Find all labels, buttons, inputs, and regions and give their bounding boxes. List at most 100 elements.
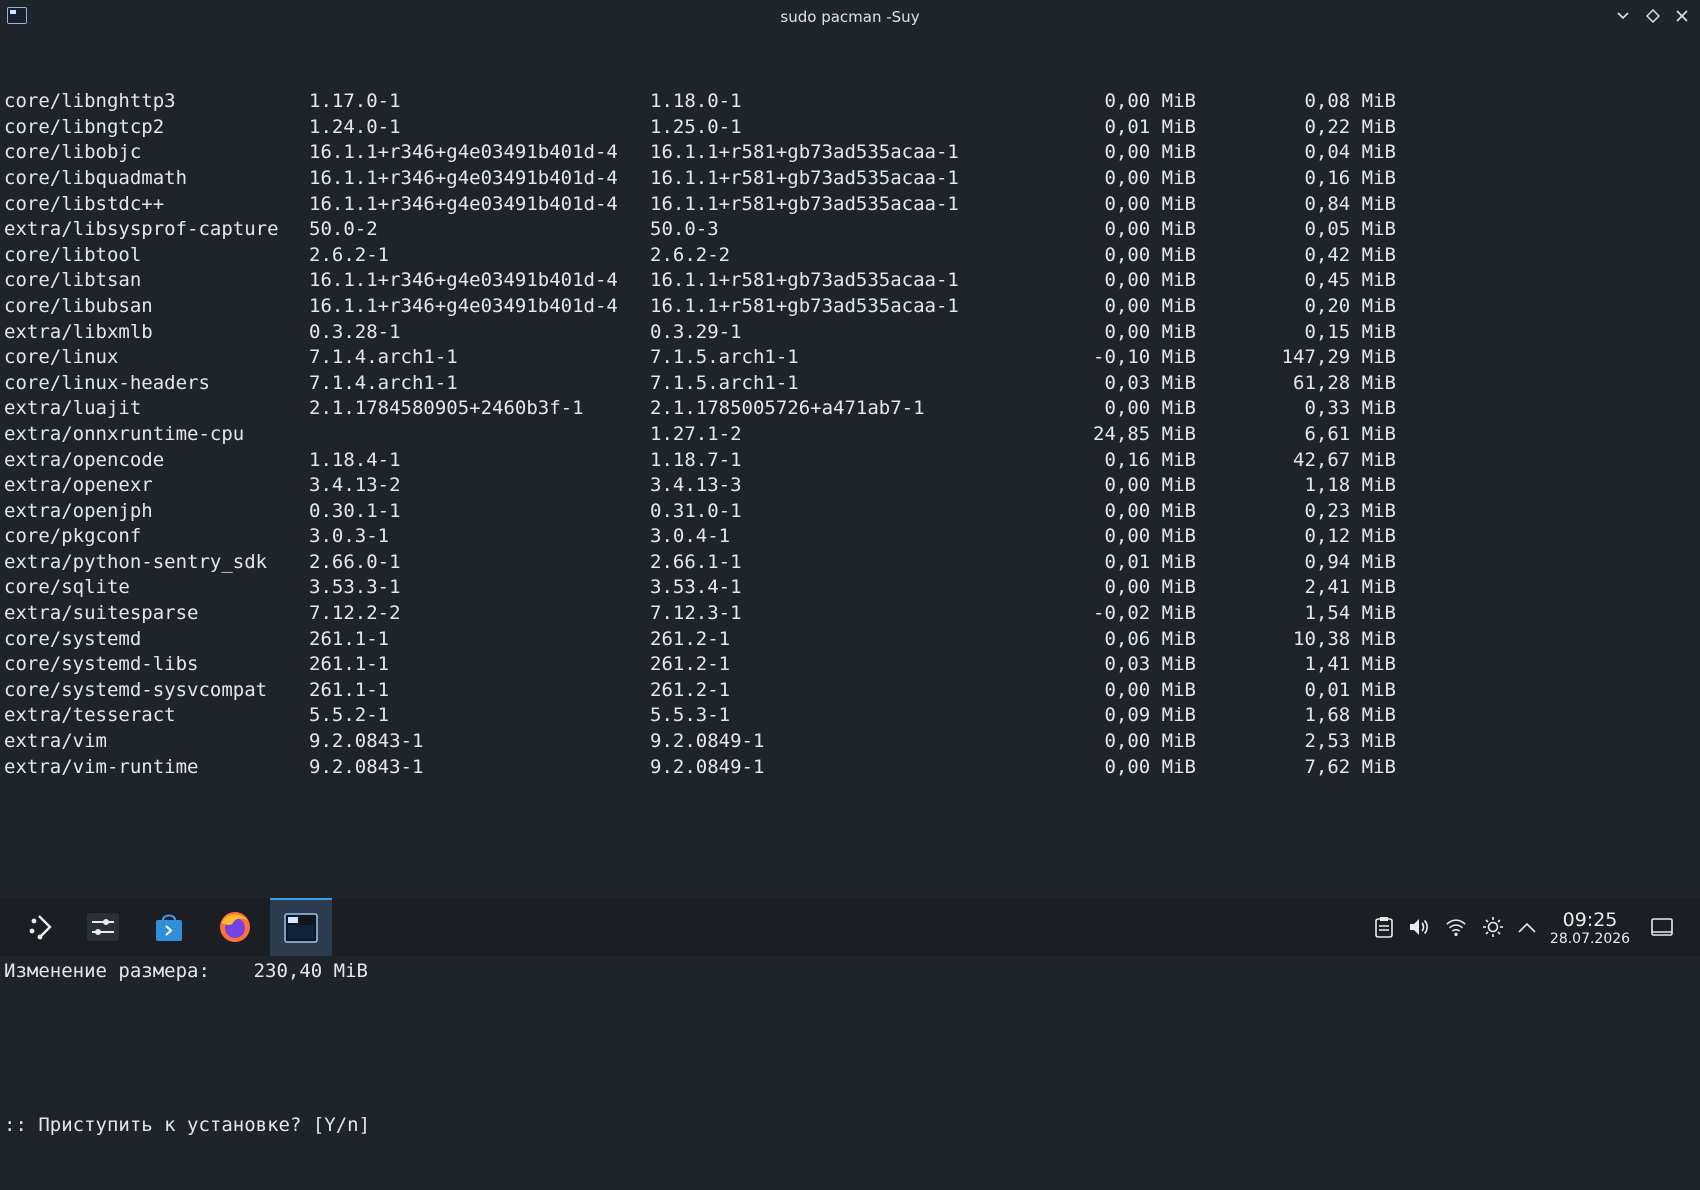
window-titlebar[interactable]: sudo pacman -Suy [0,0,1700,34]
firefox-icon [220,912,250,942]
package-old-version: 5.5.2-1 [309,704,390,727]
package-old-version: 9.2.0843-1 [309,755,424,778]
minimize-button[interactable] [1614,7,1632,25]
clipboard-icon[interactable] [1373,916,1395,938]
package-row: extra/suitesparse 7.12.2-2 7.12.3-1 -0,02 M… [4,601,1696,627]
package-net-change: 0,00 MiB [1104,166,1196,189]
package-download-size: 0,04 MiB [1304,141,1396,164]
package-new-version: 16.1.1+r581+gb73ad535acaa-1 [650,166,959,189]
terminal-window: sudo pacman -Suy core/libnghttp3 1.17.0-1… [0,0,1700,1136]
package-new-version: 9.2.0849-1 [650,755,765,778]
package-name: core/libubsan [4,294,153,317]
package-name: extra/vim [4,730,107,753]
package-download-size: 0,20 MiB [1304,294,1396,317]
package-download-size: 1,18 MiB [1304,474,1396,497]
package-net-change: -0,02 MiB [1093,602,1196,625]
brightness-icon[interactable] [1482,916,1504,938]
package-old-version: 2.6.2-1 [309,243,390,266]
application-launcher-button[interactable] [10,898,72,956]
package-download-size: 61,28 MiB [1293,371,1396,394]
terminal-icon [284,913,318,943]
package-row: extra/libsysprof-capture 50.0-2 50.0-3 0,00… [4,217,1696,243]
package-download-size: 0,84 MiB [1304,192,1396,215]
maximize-button[interactable] [1644,7,1662,25]
package-net-change: 0,00 MiB [1104,192,1196,215]
package-row: core/linux 7.1.4.arch1-1 7.1.5.arch1-1 -0,1… [4,345,1696,371]
package-row: extra/libxmlb 0.3.28-1 0.3.29-1 0,00 MiB 0,1… [4,320,1696,346]
package-net-change: 0,00 MiB [1104,730,1196,753]
wifi-icon[interactable] [1445,916,1467,938]
package-net-change: 0,00 MiB [1104,755,1196,778]
package-old-version: 16.1.1+r346+g4e03491b401d-4 [309,294,618,317]
package-name: core/systemd [4,627,142,650]
close-icon [1676,10,1688,22]
package-name: extra/tesseract [4,704,176,727]
chevron-down-icon [1617,12,1629,20]
package-old-version: 16.1.1+r346+g4e03491b401d-4 [309,166,618,189]
package-row: core/linux-headers 7.1.4.arch1-1 7.1.5.arc… [4,371,1696,397]
package-new-version: 5.5.3-1 [650,704,731,727]
package-download-size: 0,23 MiB [1304,499,1396,522]
package-row: core/libtsan 16.1.1+r346+g4e03491b401d-4 1… [4,268,1696,294]
package-net-change: 0,03 MiB [1104,653,1196,676]
package-name: extra/python-sentry_sdk [4,550,268,573]
package-row: extra/opencode 1.18.4-1 1.18.7-1 0,16 MiB 42… [4,448,1696,474]
package-download-size: 0,45 MiB [1304,269,1396,292]
install-prompt: :: Приступить к установке? [Y/n] [4,1113,371,1136]
package-new-version: 3.53.4-1 [650,576,742,599]
show-desktop-icon[interactable] [1651,916,1673,938]
package-old-version: 2.66.0-1 [309,550,401,573]
package-row: extra/openjph 0.30.1-1 0.31.0-1 0,00 MiB 0,2… [4,499,1696,525]
package-net-change: 0,00 MiB [1104,90,1196,113]
volume-icon[interactable] [1408,916,1430,938]
package-name: core/libtool [4,243,142,266]
firefox-button[interactable] [204,898,266,956]
close-button[interactable] [1673,7,1691,25]
package-name: extra/openjph [4,499,153,522]
application-launcher-icon [29,915,52,940]
clock-date[interactable]: 28.07.2026 [1548,931,1632,947]
discover-store-button[interactable] [138,898,200,956]
package-new-version: 16.1.1+r581+gb73ad535acaa-1 [650,141,959,164]
package-net-change: 0,16 MiB [1104,448,1196,471]
konsole-task-button[interactable] [270,898,332,956]
package-new-version: 50.0-3 [650,218,719,241]
package-name: core/libnghttp3 [4,90,176,113]
package-net-change: 0,00 MiB [1104,576,1196,599]
package-old-version: 261.1-1 [309,627,390,650]
package-old-version: 7.1.4.arch1-1 [309,371,458,394]
package-net-change: 0,00 MiB [1104,269,1196,292]
package-old-version: 2.1.1784580905+2460b3f-1 [309,397,584,420]
system-settings-button[interactable] [72,898,134,956]
window-title: sudo pacman -Suy [780,8,920,26]
terminal-output[interactable]: core/libnghttp3 1.17.0-1 1.18.0-1 0,00 MiB 0… [4,38,1696,1136]
summary-value: 230,40 MiB [253,960,368,983]
package-download-size: 0,01 MiB [1304,678,1396,701]
package-old-version: 7.12.2-2 [309,602,401,625]
package-net-change: 0,01 MiB [1104,550,1196,573]
package-net-change: 0,00 MiB [1104,320,1196,343]
package-net-change: 0,00 MiB [1104,397,1196,420]
package-new-version: 7.1.5.arch1-1 [650,346,799,369]
package-name: core/libobjc [4,141,142,164]
package-download-size: 7,62 MiB [1304,755,1396,778]
package-new-version: 261.2-1 [650,678,731,701]
package-row: core/libobjc 16.1.1+r346+g4e03491b401d-4 1… [4,140,1696,166]
package-new-version: 0.3.29-1 [650,320,742,343]
sliders-icon [87,913,119,941]
package-old-version: 0.30.1-1 [309,499,401,522]
package-download-size: 0,15 MiB [1304,320,1396,343]
package-old-version: 3.0.3-1 [309,525,390,548]
package-old-version: 1.17.0-1 [309,90,401,113]
package-net-change: 0,09 MiB [1104,704,1196,727]
package-old-version: 16.1.1+r346+g4e03491b401d-4 [309,192,618,215]
chevron-up-icon[interactable] [1516,916,1538,938]
package-name: extra/libxmlb [4,320,153,343]
package-new-version: 16.1.1+r581+gb73ad535acaa-1 [650,192,959,215]
package-new-version: 1.18.0-1 [650,90,742,113]
clock-time[interactable]: 09:25 [1548,909,1632,931]
package-download-size: 2,53 MiB [1304,730,1396,753]
package-name: extra/vim-runtime [4,755,199,778]
package-row: extra/vim-runtime 9.2.0843-1 9.2.0849-1 0,0… [4,755,1696,781]
